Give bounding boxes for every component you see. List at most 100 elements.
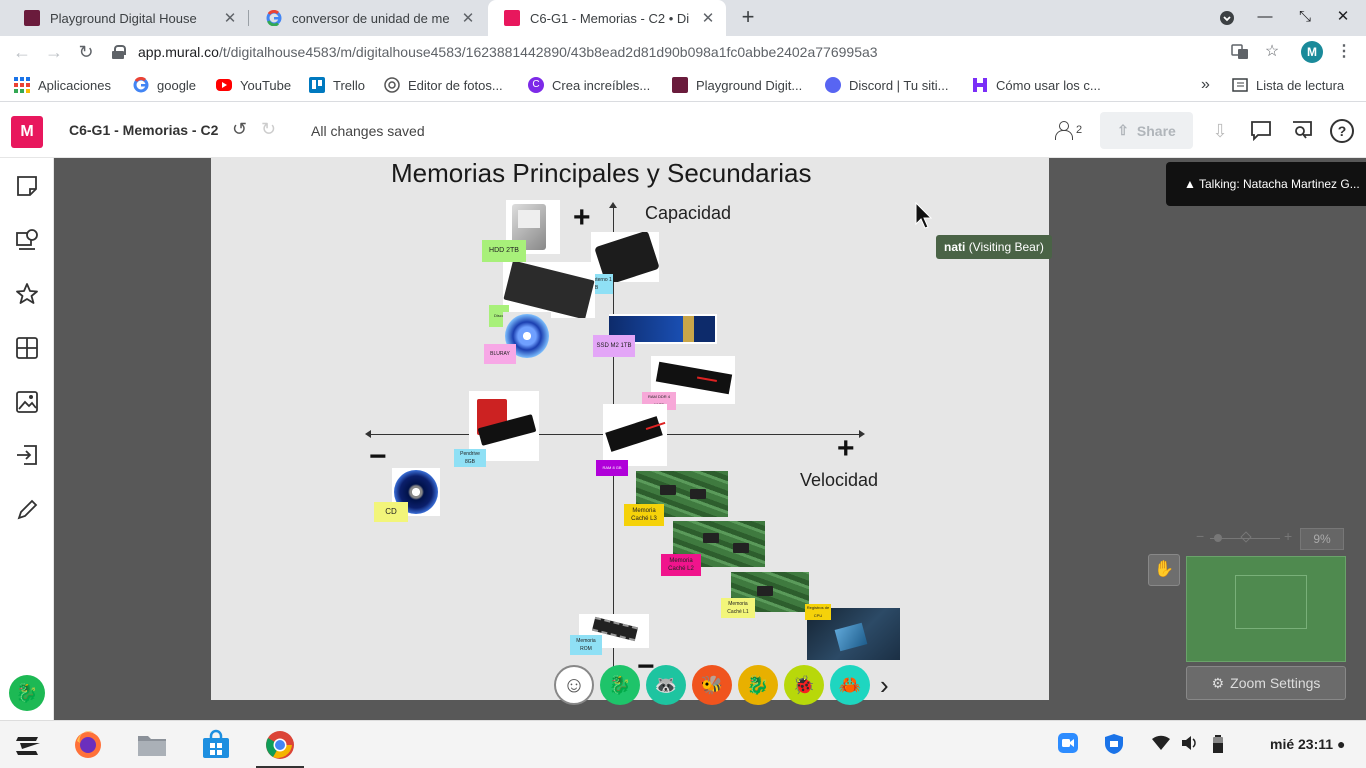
- crab-avatar-icon[interactable]: 🦀: [830, 665, 870, 705]
- redo-icon[interactable]: ↻: [261, 119, 276, 140]
- note-cache-l3[interactable]: Memoria Caché L3: [624, 504, 664, 526]
- pen-draw-icon[interactable]: [15, 498, 39, 522]
- tab-conversor[interactable]: conversor de unidad de me ✕: [250, 0, 486, 36]
- minimap[interactable]: [1186, 556, 1346, 662]
- ssd-image[interactable]: [503, 262, 595, 318]
- profile-avatar[interactable]: M: [1301, 41, 1323, 63]
- hand-pan-icon[interactable]: ✋: [1148, 554, 1180, 586]
- mural-canvas[interactable]: Memorias Principales y Secundarias + + −…: [54, 158, 1366, 720]
- chrome-menu-icon[interactable]: ⋮: [1332, 40, 1356, 64]
- bookmark-editor-fotos[interactable]: Editor de fotos...: [384, 68, 503, 102]
- board-name[interactable]: C6-G1 - Memorias - C2: [69, 122, 218, 138]
- ladybug-avatar-icon[interactable]: 🐞: [784, 665, 824, 705]
- note-cd[interactable]: CD: [374, 502, 408, 522]
- tab-mural[interactable]: C6-G1 - Memorias - C2 • Di ✕: [488, 0, 726, 36]
- undo-icon[interactable]: ↺: [232, 119, 247, 140]
- dragon-yellow-avatar-icon[interactable]: 🐉: [738, 665, 778, 705]
- volume-icon[interactable]: [1181, 735, 1199, 755]
- import-icon[interactable]: [15, 443, 39, 467]
- google-favicon-icon: [266, 9, 282, 27]
- wifi-icon[interactable]: [1152, 735, 1170, 755]
- templates-star-icon[interactable]: [15, 282, 39, 306]
- close-tab-icon[interactable]: ✕: [222, 9, 238, 27]
- tab-strip: Playground Digital House ✕ conversor de …: [0, 0, 1366, 36]
- image-icon[interactable]: [15, 390, 39, 414]
- address-bar[interactable]: app.mural.co/t/digitalhouse4583/m/digita…: [112, 38, 1292, 66]
- note-bluray[interactable]: BLURAY: [484, 344, 516, 364]
- speed-plus[interactable]: +: [837, 434, 855, 464]
- files-folder-icon[interactable]: [136, 729, 168, 761]
- shield-icon[interactable]: [1104, 733, 1124, 759]
- download-icon[interactable]: ⇩: [1208, 119, 1232, 143]
- restore-icon[interactable]: ⤡: [1286, 0, 1324, 36]
- chevron-right-icon[interactable]: ›: [880, 670, 889, 701]
- reload-icon[interactable]: ↻: [74, 40, 98, 64]
- bee-avatar-icon[interactable]: 🐝: [692, 665, 732, 705]
- bookmark-playground[interactable]: Playground Digit...: [672, 68, 802, 102]
- tab-search-icon[interactable]: [1208, 0, 1246, 36]
- zorin-menu-icon[interactable]: [12, 729, 44, 761]
- back-icon[interactable]: ←: [10, 40, 34, 64]
- chrome-icon[interactable]: [264, 729, 296, 761]
- close-tab-icon[interactable]: ✕: [700, 9, 716, 27]
- y-axis-label[interactable]: Capacidad: [645, 203, 731, 224]
- lock-icon: [112, 45, 126, 59]
- close-window-icon[interactable]: ✕: [1324, 0, 1362, 36]
- battery-icon[interactable]: [1212, 735, 1224, 757]
- note-rom[interactable]: Memoria ROM: [570, 635, 602, 655]
- bookmark-apps[interactable]: Aplicaciones: [14, 68, 111, 102]
- note-cache-l2[interactable]: Memoria Caché L2: [661, 554, 701, 576]
- raccoon-avatar-icon[interactable]: 🦝: [646, 665, 686, 705]
- reading-list-button[interactable]: Lista de lectura: [1232, 68, 1344, 102]
- bookmarks-overflow-button[interactable]: »: [1201, 68, 1210, 102]
- note-pendrive[interactable]: Pendrive 8GB: [454, 449, 486, 467]
- x-axis-label[interactable]: Velocidad: [800, 470, 878, 491]
- software-store-icon[interactable]: [200, 729, 232, 761]
- zoom-percent[interactable]: 9%: [1300, 528, 1344, 550]
- bookmark-google[interactable]: google: [133, 68, 196, 102]
- zoom-app-icon[interactable]: [1058, 733, 1078, 757]
- bookmark-como-usar[interactable]: Cómo usar los c...: [972, 68, 1101, 102]
- bookmark-crea[interactable]: C Crea increíbles...: [528, 68, 650, 102]
- comments-icon[interactable]: [1249, 119, 1273, 143]
- forward-icon[interactable]: →: [42, 40, 66, 64]
- note-ram-8gb[interactable]: RAM 8 GB: [596, 460, 628, 476]
- firefox-icon[interactable]: [72, 729, 104, 761]
- bookmark-youtube[interactable]: YouTube: [216, 68, 291, 102]
- translate-icon[interactable]: [1228, 40, 1252, 64]
- bookmark-star-icon[interactable]: ☆: [1260, 40, 1284, 64]
- talking-indicator[interactable]: ▲ Talking: Natacha Martinez G...: [1166, 162, 1366, 206]
- capacity-plus[interactable]: +: [573, 203, 591, 233]
- my-avatar-icon[interactable]: 🐉: [9, 675, 45, 711]
- clock[interactable]: mié 23:11 ●: [1270, 736, 1345, 752]
- close-tab-icon[interactable]: ✕: [460, 9, 476, 27]
- collaborators-button[interactable]: 2: [1054, 121, 1082, 140]
- help-icon[interactable]: ?: [1330, 119, 1354, 143]
- zoom-out-icon[interactable]: −: [1196, 528, 1204, 544]
- speed-minus[interactable]: −: [369, 442, 387, 472]
- zoom-slider-knob[interactable]: [1214, 534, 1222, 542]
- note-ssd-m2[interactable]: SSD M2 1TB: [593, 335, 635, 357]
- emoji-reaction-button[interactable]: ☺: [554, 665, 594, 705]
- board-title[interactable]: Memorias Principales y Secundarias: [391, 158, 812, 189]
- mural-logo[interactable]: M: [11, 116, 43, 148]
- bookmark-discord[interactable]: Discord | Tu siti...: [825, 68, 948, 102]
- bookmark-trello[interactable]: Trello: [309, 68, 365, 102]
- shapes-icon[interactable]: [15, 227, 39, 251]
- minimize-icon[interactable]: —: [1246, 0, 1284, 36]
- zoom-in-icon[interactable]: +: [1284, 528, 1292, 544]
- note-registros[interactable]: Registros de CPU: [805, 604, 831, 620]
- tab-playground[interactable]: Playground Digital House ✕: [8, 0, 248, 36]
- frameworks-grid-icon[interactable]: [15, 336, 39, 360]
- dragon-avatar-icon[interactable]: 🐉: [600, 665, 640, 705]
- note-hdd[interactable]: HDD 2TB: [482, 240, 526, 262]
- sticky-note-icon[interactable]: [15, 174, 39, 198]
- zoom-settings-button[interactable]: ⚙ Zoom Settings: [1186, 666, 1346, 700]
- search-board-icon[interactable]: [1290, 119, 1314, 143]
- ram-8gb-image[interactable]: [603, 404, 667, 466]
- visitor-name: nati: [944, 240, 966, 254]
- new-tab-button[interactable]: +: [736, 4, 760, 32]
- share-button[interactable]: ⇧ Share: [1100, 112, 1193, 149]
- bookmark-label: Trello: [333, 77, 366, 93]
- note-cache-l1[interactable]: Memoria Caché L1: [721, 598, 755, 618]
